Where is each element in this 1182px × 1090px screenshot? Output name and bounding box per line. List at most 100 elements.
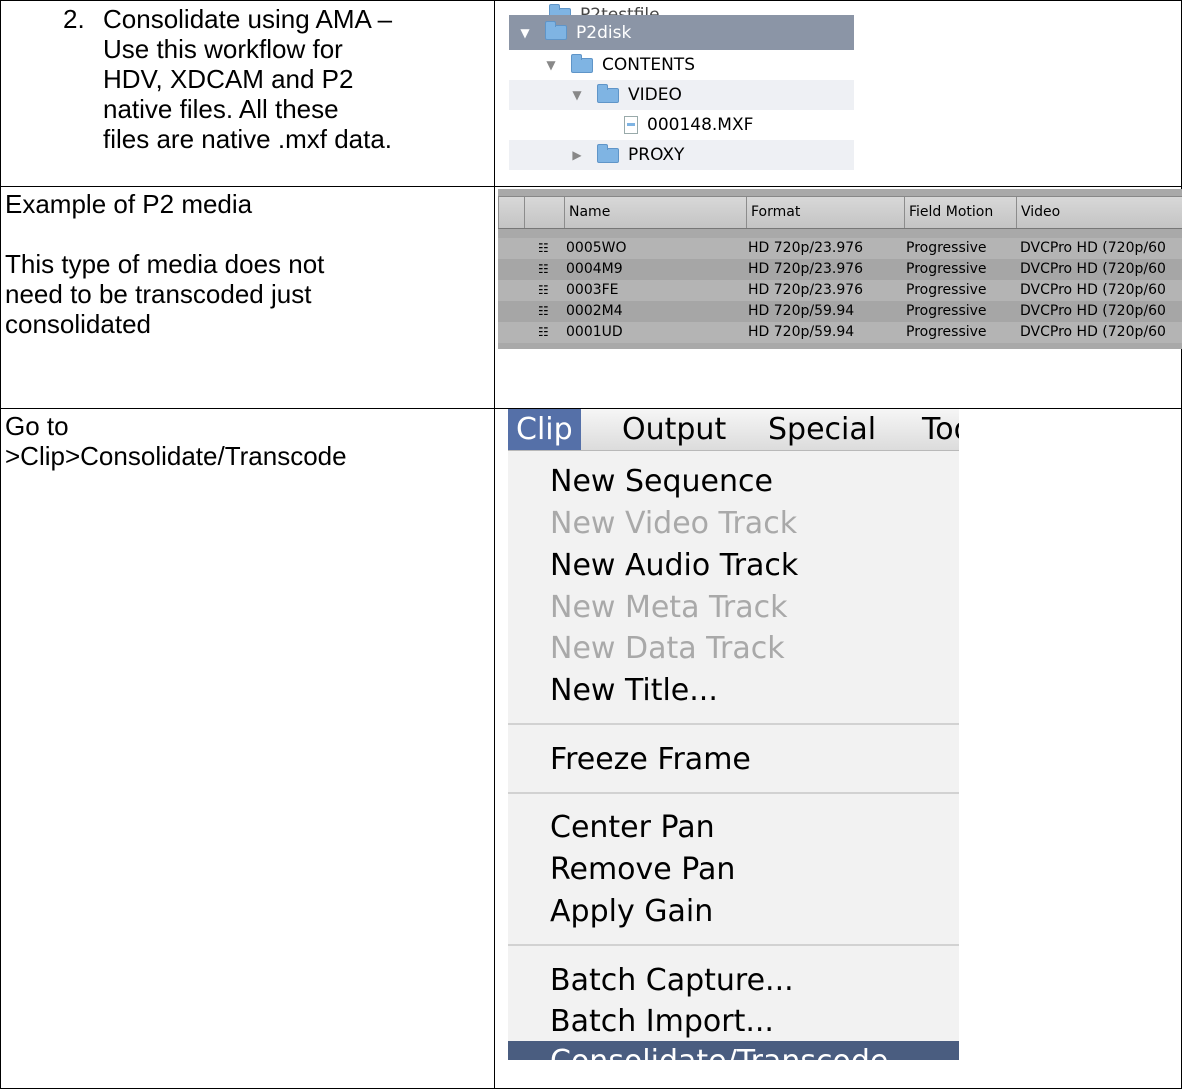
cell-name: 0003FE xyxy=(566,282,619,298)
tree-row-file[interactable]: 000148.MXF xyxy=(509,110,854,140)
cell-video: DVCPro HD (720p/60 xyxy=(1020,261,1166,277)
menu-item-new-audio-track[interactable]: New Audio Track xyxy=(550,545,798,587)
menu-item-new-sequence[interactable]: New Sequence xyxy=(550,461,773,503)
menu-item-new-meta-track: New Meta Track xyxy=(550,590,788,625)
menu-item-new-video-track: New Video Track xyxy=(550,506,798,541)
folder-icon xyxy=(571,53,593,73)
cell-video: DVCPro HD (720p/60 xyxy=(1020,282,1166,298)
cell-field-motion: Progressive xyxy=(906,303,987,319)
cell-format: HD 720p/59.94 xyxy=(748,324,855,340)
cell-video: DVCPro HD (720p/60 xyxy=(1020,240,1166,256)
finder-tree: P2testfile ▼ P2disk ▼ CONTENTS ▼ VIDEO 0… xyxy=(509,0,854,180)
cell-name: 0004M9 xyxy=(566,261,623,277)
instruction-line: Go to xyxy=(5,411,69,441)
item-line: Use this workflow for xyxy=(103,34,343,64)
cell-video: DVCPro HD (720p/60 xyxy=(1020,324,1166,340)
menu-item-remove-pan[interactable]: Remove Pan xyxy=(550,849,735,891)
cell-format: HD 720p/23.976 xyxy=(748,240,864,256)
folder-icon xyxy=(597,143,619,163)
clip-icon: ☷ xyxy=(538,325,549,339)
tree-item-label: CONTENTS xyxy=(602,55,695,75)
header-format[interactable]: Format xyxy=(746,197,904,228)
bin-header: Name Format Field Motion Video xyxy=(498,196,1182,229)
cell-name: 0002M4 xyxy=(566,303,623,319)
numbered-item: 2. Consolidate using AMA – Use this work… xyxy=(1,1,494,154)
folder-icon xyxy=(545,21,567,40)
menu-tools[interactable]: Too xyxy=(914,409,959,450)
disclosure-triangle-icon[interactable]: ▶ xyxy=(569,148,585,162)
disclosure-triangle-icon[interactable]: ▼ xyxy=(543,58,559,72)
cell-field-motion: Progressive xyxy=(906,282,987,298)
tree-row-video[interactable]: ▼ VIDEO xyxy=(509,80,854,110)
cell-field-motion: Progressive xyxy=(906,324,987,340)
row1-left-cell: 2. Consolidate using AMA – Use this work… xyxy=(0,0,495,187)
tree-row-partial[interactable]: P2testfile xyxy=(509,0,854,15)
tree-row-proxy[interactable]: ▶ PROXY xyxy=(509,140,854,170)
cell-video: DVCPro HD (720p/60 xyxy=(1020,303,1166,319)
example-heading: Example of P2 media xyxy=(5,189,253,219)
menu-output[interactable]: Output xyxy=(614,409,734,450)
item-line: files are native .mxf data. xyxy=(103,124,393,154)
disclosure-triangle-icon[interactable]: ▼ xyxy=(569,88,585,102)
menu-item-freeze-frame[interactable]: Freeze Frame xyxy=(550,739,751,781)
folder-icon xyxy=(549,4,571,15)
example-para-line: need to be transcoded just xyxy=(5,279,312,309)
table-row[interactable]: ☷ 0003FE HD 720p/23.976 Progressive DVCPro H… xyxy=(498,280,1182,301)
item-line: HDV, XDCAM and P2 xyxy=(103,64,354,94)
tree-item-label: PROXY xyxy=(628,145,685,165)
cell-format: HD 720p/59.94 xyxy=(748,303,855,319)
header-video[interactable]: Video xyxy=(1016,197,1182,228)
menu-item-batch-import[interactable]: Batch Import... xyxy=(550,1001,774,1043)
table-row[interactable]: ☷ 0002M4 HD 720p/59.94 Progressive DVCPro HD… xyxy=(498,301,1182,322)
menu-separator xyxy=(508,944,959,946)
cell-field-motion: Progressive xyxy=(906,240,987,256)
item-line: native files. All these xyxy=(103,94,339,124)
header-cell xyxy=(524,197,564,228)
tree-item-label: P2disk xyxy=(576,22,632,43)
cell-name: 0001UD xyxy=(566,324,623,340)
item-number: 2. xyxy=(63,4,85,34)
clip-menu: Clip Output Special Too New Sequence New… xyxy=(508,409,959,1060)
menu-clip[interactable]: Clip xyxy=(508,409,581,450)
cell-format: HD 720p/23.976 xyxy=(748,282,864,298)
row2-left-cell: Example of P2 media This type of media d… xyxy=(0,186,495,409)
tree-item-label: VIDEO xyxy=(628,85,682,105)
menu-special[interactable]: Special xyxy=(760,409,884,450)
menu-item-new-data-track: New Data Track xyxy=(550,631,785,666)
file-icon xyxy=(624,116,638,134)
table-row[interactable]: ☷ 0004M9 HD 720p/23.976 Progressive DVCPro H… xyxy=(498,259,1182,280)
header-field-motion[interactable]: Field Motion xyxy=(904,197,1016,228)
tree-row-contents[interactable]: ▼ CONTENTS xyxy=(509,50,854,80)
clip-icon: ☷ xyxy=(538,283,549,297)
example-para-line: This type of media does not xyxy=(5,249,325,279)
clip-icon: ☷ xyxy=(538,262,549,276)
clip-icon: ☷ xyxy=(538,241,549,255)
clip-icon: ☷ xyxy=(538,304,549,318)
menu-item-apply-gain[interactable]: Apply Gain xyxy=(550,891,713,933)
table-row[interactable]: ☷ 0001UD HD 720p/59.94 Progressive DVCPro HD… xyxy=(498,322,1182,343)
media-bin: Name Format Field Motion Video ☷ 0005WO HD… xyxy=(498,189,1182,349)
disclosure-triangle-icon[interactable]: ▼ xyxy=(517,26,533,40)
example-para-line: consolidated xyxy=(5,309,151,339)
menu-item-batch-capture[interactable]: Batch Capture... xyxy=(550,960,794,1002)
cell-format: HD 720p/23.976 xyxy=(748,261,864,277)
header-cell xyxy=(498,197,524,228)
instruction-text: Go to >Clip>Consolidate/Transcode xyxy=(1,409,494,471)
tree-item-label: P2testfile xyxy=(580,5,660,15)
table-row[interactable]: ☷ 0005WO HD 720p/23.976 Progressive DVCPro H… xyxy=(498,238,1182,259)
header-name[interactable]: Name xyxy=(564,197,746,228)
item-text: Consolidate using AMA – Use this workflo… xyxy=(103,4,488,154)
cell-name: 0005WO xyxy=(566,240,627,256)
folder-icon xyxy=(597,83,619,103)
item-line: Consolidate using AMA – xyxy=(103,4,393,34)
menu-separator xyxy=(508,723,959,725)
tree-item-label: 000148.MXF xyxy=(647,115,754,135)
menu-item-consolidate-transcode[interactable]: Consolidate/Transcode... xyxy=(508,1041,959,1060)
menu-item-new-title[interactable]: New Title... xyxy=(550,670,718,712)
row3-left-cell: Go to >Clip>Consolidate/Transcode xyxy=(0,408,495,1089)
example-text: Example of P2 media This type of media d… xyxy=(1,187,494,339)
tree-row-p2disk[interactable]: ▼ P2disk xyxy=(509,15,854,50)
menu-item-center-pan[interactable]: Center Pan xyxy=(550,807,715,849)
cell-field-motion: Progressive xyxy=(906,261,987,277)
